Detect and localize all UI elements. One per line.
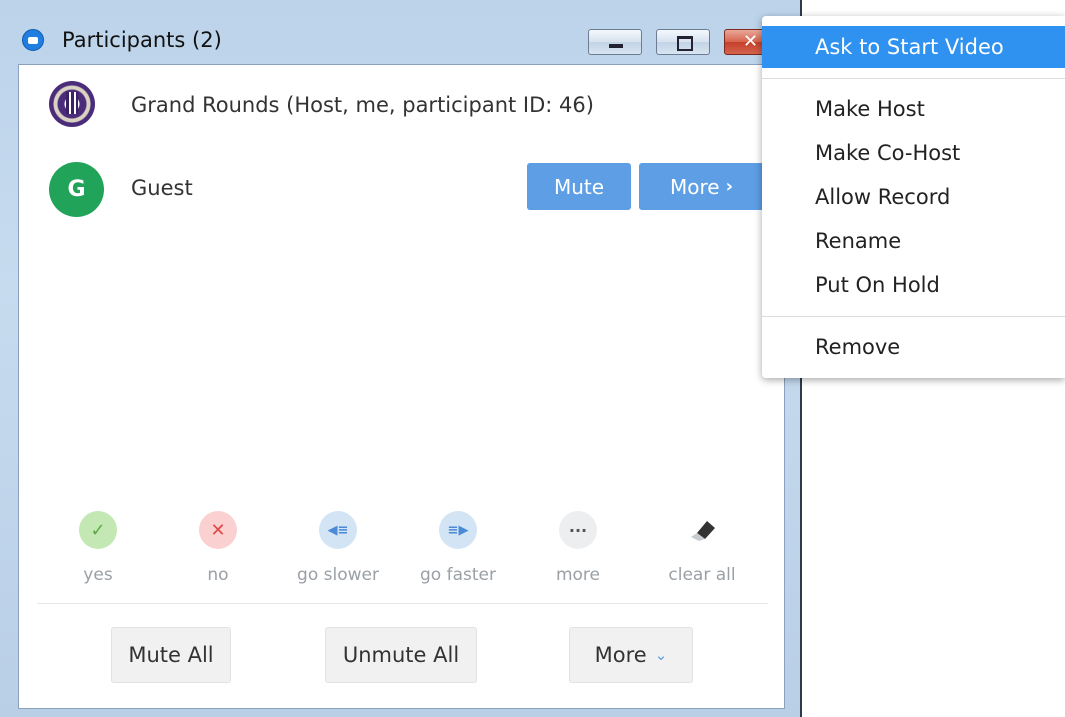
reaction-label: no — [207, 565, 229, 585]
reaction-yes[interactable]: ✓ yes — [43, 511, 153, 585]
more-label: More — [669, 174, 720, 199]
reaction-go-slower[interactable]: ◀≡ go slower — [283, 511, 393, 585]
unmute-all-button[interactable]: Unmute All — [325, 627, 477, 683]
more-options-button[interactable]: More ⌄ — [569, 627, 693, 683]
menu-separator — [762, 316, 1065, 317]
mute-all-button[interactable]: Mute All — [111, 627, 231, 683]
go-faster-icon: ≡▶ — [439, 511, 477, 549]
menu-item-rename[interactable]: Rename — [762, 219, 1065, 263]
reaction-no[interactable]: ✕ no — [163, 511, 273, 585]
university-seal-avatar — [49, 81, 95, 127]
participant-name: Guest — [131, 176, 193, 200]
participant-row-host[interactable]: Grand Rounds (Host, me, participant ID: … — [19, 75, 786, 135]
chevron-down-icon: ⌄ — [654, 646, 668, 664]
maximize-button[interactable] — [656, 29, 710, 55]
reaction-more[interactable]: ··· more — [523, 511, 633, 585]
ellipsis-icon: ··· — [559, 511, 597, 549]
menu-item-make-co-host[interactable]: Make Co-Host — [762, 131, 1065, 175]
nonverbal-feedback-bar: ✓ yes ✕ no ◀≡ go slower ≡▶ go faster ···… — [19, 511, 786, 591]
participant-context-menu: Ask to Start Video Make Host Make Co-Hos… — [762, 16, 1065, 378]
menu-item-put-on-hold[interactable]: Put On Hold — [762, 263, 1065, 307]
participants-window: Participants (2) ✕ Grand Rounds (Host, m… — [0, 0, 802, 717]
minimize-button[interactable] — [588, 29, 642, 55]
participant-row-guest[interactable]: G Guest Mute More › — [19, 162, 786, 222]
divider — [37, 603, 768, 604]
eraser-icon — [683, 511, 721, 549]
reaction-label: yes — [83, 565, 113, 585]
close-icon: ✕ — [743, 31, 759, 52]
title-bar[interactable]: Participants (2) ✕ — [10, 14, 790, 64]
more-participant-button[interactable]: More › — [639, 163, 764, 210]
window-title: Participants (2) — [62, 28, 222, 52]
menu-separator — [762, 78, 1065, 79]
reaction-label: clear all — [668, 565, 736, 585]
menu-item-remove[interactable]: Remove — [762, 325, 1065, 369]
participants-panel: Grand Rounds (Host, me, participant ID: … — [18, 64, 785, 709]
avatar: G — [49, 162, 104, 217]
go-slower-icon: ◀≡ — [319, 511, 357, 549]
zoom-app-icon — [22, 29, 44, 51]
reaction-go-faster[interactable]: ≡▶ go faster — [403, 511, 513, 585]
checkmark-icon: ✓ — [79, 511, 117, 549]
mute-participant-button[interactable]: Mute — [527, 163, 631, 210]
menu-item-ask-to-start-video[interactable]: Ask to Start Video — [762, 26, 1065, 68]
participant-name: Grand Rounds (Host, me, participant ID: … — [131, 93, 594, 117]
menu-item-make-host[interactable]: Make Host — [762, 87, 1065, 131]
more-label: More — [594, 643, 647, 667]
reaction-label: more — [555, 565, 601, 585]
reaction-clear-all[interactable]: clear all — [647, 511, 757, 585]
x-icon: ✕ — [199, 511, 237, 549]
reaction-label: go faster — [420, 565, 496, 585]
chevron-right-icon: › — [725, 176, 733, 197]
reaction-label: go slower — [297, 565, 379, 585]
menu-item-allow-record[interactable]: Allow Record — [762, 175, 1065, 219]
